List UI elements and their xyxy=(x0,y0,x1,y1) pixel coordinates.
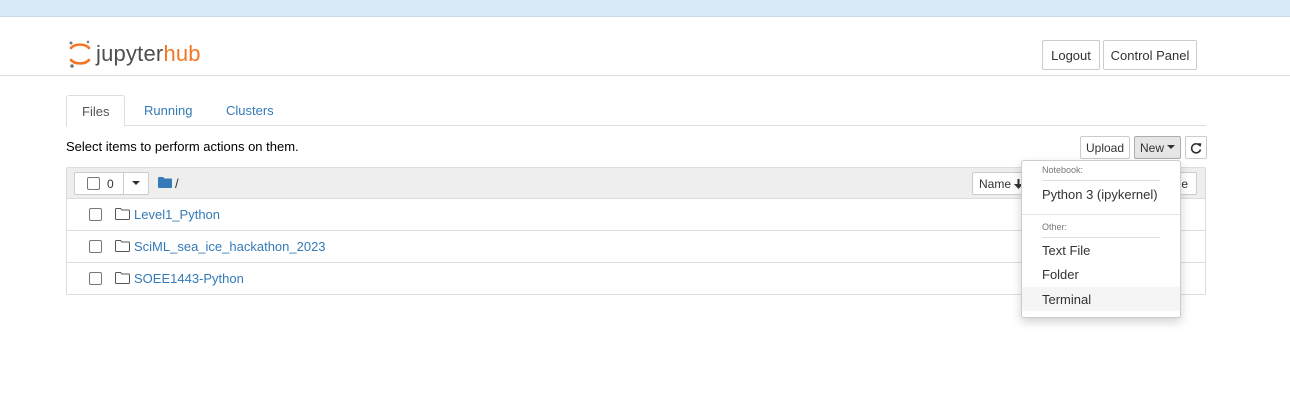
menu-header-notebook: Notebook: xyxy=(1042,165,1084,175)
select-all-checkbox[interactable] xyxy=(87,177,100,190)
menu-item-folder[interactable]: Folder xyxy=(1022,262,1180,286)
brand-jupyter: jupyter xyxy=(96,41,164,66)
control-panel-button[interactable]: Control Panel xyxy=(1103,40,1197,70)
menu-item-python3-kernel[interactable]: Python 3 (ipykernel) xyxy=(1022,182,1180,206)
tab-files[interactable]: Files xyxy=(66,95,125,127)
sort-label: Name xyxy=(979,176,1012,191)
menu-item-terminal[interactable]: Terminal xyxy=(1022,287,1180,311)
refresh-icon xyxy=(1190,142,1202,154)
menu-header-other: Other: xyxy=(1042,222,1068,232)
tab-bar: Files Running Clusters xyxy=(66,95,1206,127)
new-button[interactable]: New xyxy=(1134,136,1181,159)
file-name-link[interactable]: SOEE1443-Python xyxy=(134,271,244,286)
select-all-control[interactable]: 0 xyxy=(74,172,124,195)
logout-button[interactable]: Logout xyxy=(1042,40,1100,70)
site-header: jupyter hub Logout Control Panel xyxy=(0,17,1290,76)
upload-button[interactable]: Upload xyxy=(1080,136,1130,159)
folder-icon xyxy=(115,240,130,252)
jupyterhub-logo[interactable]: jupyter hub xyxy=(68,39,201,69)
folder-icon xyxy=(115,272,130,284)
row-checkbox[interactable] xyxy=(89,208,102,221)
row-checkbox[interactable] xyxy=(89,240,102,253)
caret-down-icon xyxy=(1167,145,1175,149)
select-menu-button[interactable] xyxy=(123,172,149,195)
tab-running[interactable]: Running xyxy=(129,95,207,126)
selection-hint: Select items to perform actions on them. xyxy=(66,139,299,154)
file-name-link[interactable]: Level1_Python xyxy=(134,207,220,222)
new-dropdown-menu: Notebook: Python 3 (ipykernel) Other: Te… xyxy=(1021,160,1181,318)
folder-solid-icon[interactable] xyxy=(158,177,172,188)
brand-hub: hub xyxy=(163,41,201,66)
jupyter-logo-icon xyxy=(69,40,91,68)
breadcrumb[interactable]: / xyxy=(175,176,179,191)
selected-count: 0 xyxy=(107,176,114,191)
menu-divider xyxy=(1022,214,1180,215)
menu-item-text-file[interactable]: Text File xyxy=(1022,238,1180,262)
caret-down-icon xyxy=(132,181,140,185)
refresh-button[interactable] xyxy=(1185,136,1207,159)
tab-clusters[interactable]: Clusters xyxy=(211,95,289,126)
menu-header-underline xyxy=(1042,180,1160,181)
folder-icon xyxy=(115,208,130,220)
file-name-link[interactable]: SciML_sea_ice_hackathon_2023 xyxy=(134,239,326,254)
top-banner xyxy=(0,0,1290,17)
new-button-label: New xyxy=(1139,140,1164,155)
row-checkbox[interactable] xyxy=(89,272,102,285)
